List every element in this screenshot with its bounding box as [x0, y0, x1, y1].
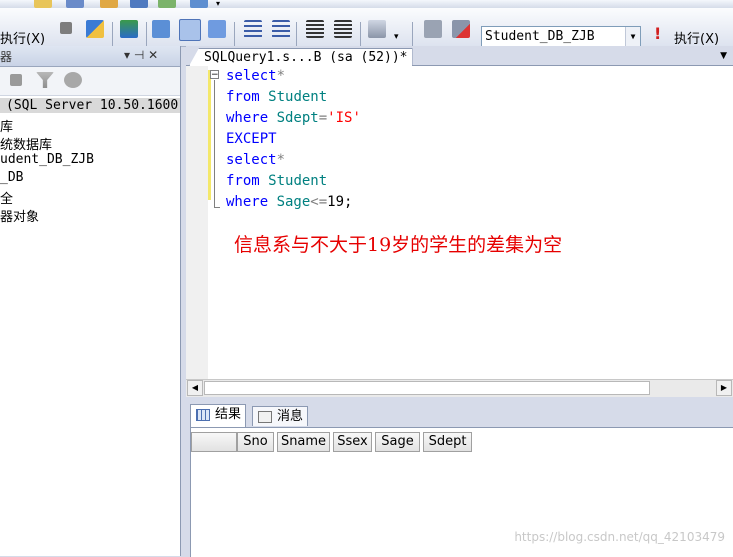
save-all-icon[interactable] — [130, 0, 148, 8]
comment-icon[interactable] — [244, 20, 262, 38]
execute-button[interactable]: 执行(X) — [674, 28, 719, 47]
uncomment-icon[interactable] — [272, 20, 290, 38]
column-header-ssex[interactable]: Ssex — [333, 432, 372, 452]
collapse-icon[interactable]: − — [210, 70, 219, 80]
code-line: from Student — [226, 171, 327, 191]
grid-icon — [196, 409, 210, 421]
tab-messages[interactable]: 消息 — [252, 406, 309, 426]
object-explorer-panel: 器 ▾ ⊣ ✕ (SQL Server 10.50.1600 库 统数据库 ud… — [0, 46, 181, 556]
tree-item-security[interactable]: 全 — [0, 188, 13, 207]
watermark-text: https://blog.csdn.net/qq_42103479 — [514, 530, 725, 544]
code-line: select* — [226, 66, 285, 86]
stop-filter-icon[interactable] — [10, 74, 22, 86]
code-token: Sage — [276, 194, 311, 210]
window-icon[interactable] — [158, 0, 176, 8]
results-to-grid-icon[interactable] — [179, 19, 201, 41]
stop-icon[interactable] — [60, 22, 72, 34]
sql-editor-toolbar: 执行(X) ▾ Student_DB_ZJB ▼ ! 执行(X) — [0, 8, 733, 48]
tree-item-databases[interactable]: 库 — [0, 116, 13, 135]
tree-item-server-objects[interactable]: 器对象 — [0, 206, 39, 225]
code-token: from — [226, 89, 269, 105]
results-pane: 结果 消息 Sno Sname Ssex Sage Sdept https://… — [186, 398, 733, 557]
scroll-right-icon[interactable]: ▶ — [716, 380, 732, 396]
execute-icon[interactable]: ! — [654, 24, 661, 43]
code-token: Student — [268, 89, 328, 105]
parse-icon[interactable] — [86, 20, 104, 38]
display-plan-icon[interactable] — [120, 20, 138, 38]
code-token: from — [226, 173, 269, 189]
tab-results[interactable]: 结果 — [190, 404, 247, 427]
folder-icon[interactable] — [34, 0, 52, 8]
scrollbar-thumb[interactable] — [204, 381, 650, 395]
messages-icon — [258, 411, 272, 423]
code-token: <= — [310, 194, 328, 210]
increase-indent-icon[interactable] — [334, 20, 352, 38]
object-explorer-toolbar — [0, 67, 180, 96]
annotation-text: 信息系与不大于19岁的学生的差集为空 — [234, 234, 563, 256]
tab-messages-label: 消息 — [277, 409, 304, 424]
code-token: Sdept — [276, 110, 319, 126]
code-token: Student — [268, 173, 328, 189]
query-editor: SQLQuery1.s...B (sa (52))* ▼ − select* fr… — [186, 46, 733, 397]
code-token: where — [226, 110, 277, 126]
filter-icon[interactable] — [36, 72, 54, 88]
tab-results-label: 结果 — [215, 407, 242, 422]
code-token: select — [226, 152, 277, 168]
toolbar-dropdown-icon[interactable]: ▾ — [394, 32, 399, 42]
code-token: 19; — [327, 194, 353, 210]
row-header-column — [191, 432, 237, 452]
code-token: 'IS' — [327, 110, 361, 126]
code-token: where — [226, 194, 277, 210]
change-connection-icon[interactable] — [424, 20, 442, 38]
tree-item-db[interactable]: _DB — [0, 170, 23, 185]
code-token: = — [318, 110, 328, 126]
query-options-icon[interactable] — [152, 20, 170, 38]
code-token: EXCEPT — [226, 131, 277, 147]
tab-list-dropdown-icon[interactable]: ▼ — [720, 51, 727, 61]
scroll-left-icon[interactable]: ◀ — [187, 380, 203, 396]
results-to-file-icon[interactable] — [208, 20, 226, 38]
column-header-sage[interactable]: Sage — [375, 432, 420, 452]
toolbar-overflow-icon[interactable]: ▾ — [216, 0, 228, 8]
changed-lines-marker — [208, 70, 211, 200]
code-line: EXCEPT — [226, 129, 277, 149]
document-tabstrip: SQLQuery1.s...B (sa (52))* ▼ — [186, 46, 733, 66]
fold-guide-end — [214, 207, 220, 208]
code-token: select — [226, 68, 277, 84]
save-icon[interactable] — [66, 0, 84, 8]
open-file-icon[interactable] — [100, 0, 118, 8]
tree-item-system-databases[interactable]: 统数据库 — [0, 134, 52, 153]
editor-gutter — [186, 66, 208, 379]
panel-controls-icon[interactable]: ▾ ⊣ ✕ — [124, 48, 158, 62]
tree-item-server[interactable]: (SQL Server 10.50.1600 — [0, 98, 180, 113]
code-line: select* — [226, 150, 285, 170]
code-line: where Sage<=19; — [226, 192, 352, 212]
query-tab[interactable]: SQLQuery1.s...B (sa (52))* — [189, 48, 413, 66]
code-text-area[interactable]: − select* from Student where Sdept='IS' EXC… — [186, 66, 733, 379]
chevron-down-icon[interactable]: ▼ — [625, 27, 640, 47]
horizontal-scrollbar[interactable]: ◀ ▶ — [186, 379, 733, 397]
object-explorer-title: 器 — [0, 50, 13, 64]
specify-values-icon[interactable] — [368, 20, 386, 38]
code-line: from Student — [226, 87, 327, 107]
disconnect-icon[interactable] — [452, 20, 470, 38]
code-line: where Sdept='IS' — [226, 108, 361, 128]
available-databases-select[interactable]: Student_DB_ZJB ▼ — [481, 26, 641, 48]
code-token: * — [276, 68, 286, 84]
refresh-icon[interactable] — [64, 72, 82, 88]
report-icon[interactable] — [190, 0, 208, 8]
column-header-sdept[interactable]: Sdept — [423, 432, 472, 452]
code-token: * — [276, 152, 286, 168]
tree-item-student-db-zjb[interactable]: udent_DB_ZJB — [0, 152, 94, 167]
fold-guide-line — [214, 80, 215, 208]
object-explorer-title-bar: 器 ▾ ⊣ ✕ — [0, 46, 180, 67]
column-header-sno[interactable]: Sno — [237, 432, 274, 452]
execute-label-left[interactable]: 执行(X) — [0, 28, 45, 47]
column-header-sname[interactable]: Sname — [277, 432, 330, 452]
decrease-indent-icon[interactable] — [306, 20, 324, 38]
database-select-value: Student_DB_ZJB — [485, 29, 595, 44]
